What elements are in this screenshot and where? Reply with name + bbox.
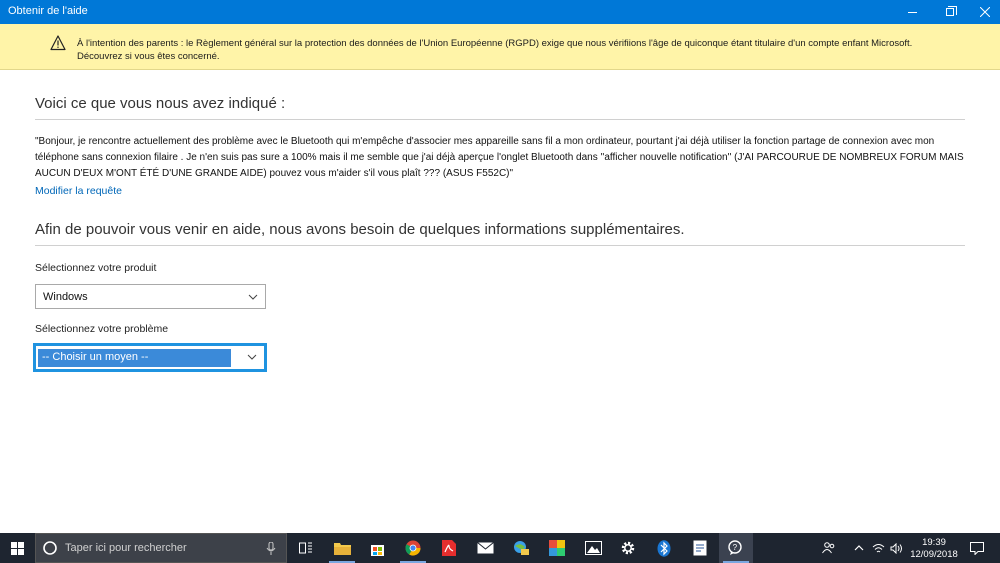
globe-app-icon [513, 541, 529, 555]
speaker-icon [890, 542, 902, 554]
color-palette-icon [549, 540, 565, 556]
color-app-button[interactable] [540, 533, 574, 563]
notification-icon [970, 541, 984, 555]
clock-time: 19:39 [922, 537, 946, 548]
file-explorer-button[interactable] [325, 533, 359, 563]
network-button[interactable] [868, 533, 888, 563]
divider [35, 245, 965, 246]
banner-text: À l'intention des parents : le Règlement… [77, 37, 912, 63]
svg-text:?: ? [732, 543, 737, 552]
title-bar: Obtenir de l'aide [0, 0, 1000, 24]
bluetooth-icon [657, 539, 671, 557]
task-view-icon [299, 542, 312, 554]
chrome-button[interactable] [396, 533, 430, 563]
summary-heading: Voici ce que vous nous avez indiqué : [35, 95, 286, 112]
image-icon [584, 541, 602, 555]
show-hidden-icons-button[interactable] [848, 533, 870, 563]
banner-line-1: À l'intention des parents : le Règlement… [77, 38, 913, 49]
settings-button[interactable] [611, 533, 645, 563]
window-title: Obtenir de l'aide [8, 5, 88, 17]
close-icon [979, 7, 990, 17]
start-button[interactable] [0, 533, 34, 563]
cortana-icon [43, 541, 57, 555]
store-button[interactable] [360, 533, 394, 563]
gdpr-banner: À l'intention des parents : le Règlement… [0, 24, 1000, 70]
people-button[interactable] [817, 533, 841, 563]
banner-link[interactable]: Découvrez si vous êtes concerné. [77, 50, 912, 63]
store-icon [370, 544, 384, 556]
bluetooth-button[interactable] [647, 533, 681, 563]
mail-button[interactable] [468, 533, 502, 563]
maximize-button[interactable] [932, 0, 967, 24]
product-label: Sélectionnez votre produit [35, 262, 157, 274]
microphone-icon [266, 542, 276, 555]
action-center-button[interactable] [962, 533, 992, 563]
gear-icon [621, 541, 635, 555]
document-button[interactable] [683, 533, 717, 563]
acrobat-button[interactable] [432, 533, 466, 563]
minimize-icon [908, 11, 917, 13]
chevron-up-icon [854, 545, 864, 551]
taskbar-search[interactable]: Taper ici pour rechercher [35, 533, 287, 563]
request-text: "Bonjour, je rencontre actuellement des … [35, 136, 964, 179]
photos-app-button[interactable] [504, 533, 538, 563]
problem-label: Sélectionnez votre problème [35, 323, 169, 335]
minimize-button[interactable] [895, 0, 930, 24]
restore-icon [945, 6, 957, 16]
get-help-button[interactable]: ? [719, 533, 753, 563]
warning-icon [50, 35, 66, 51]
chevron-down-icon [247, 354, 257, 360]
task-view-button[interactable] [289, 533, 323, 563]
mail-icon [476, 542, 494, 554]
clock[interactable]: 19:39 12/09/2018 [905, 537, 963, 561]
chevron-down-icon [248, 294, 258, 300]
photos-button[interactable] [576, 533, 610, 563]
product-select[interactable]: Windows [35, 284, 266, 309]
edit-request-link[interactable]: Modifier la requête [35, 185, 122, 197]
search-placeholder: Taper ici pour rechercher [65, 542, 187, 554]
folder-icon [333, 543, 351, 555]
divider [35, 119, 965, 120]
problem-value: -- Choisir un moyen -- [42, 351, 149, 363]
document-icon [693, 540, 707, 556]
product-value: Windows [43, 291, 88, 303]
taskbar: Taper ici pour rechercher ? 19:39 12/09/… [0, 533, 1000, 563]
volume-button[interactable] [886, 533, 906, 563]
clock-date: 12/09/2018 [910, 549, 958, 560]
chrome-icon [405, 540, 421, 556]
pdf-icon [442, 540, 456, 556]
help-chat-icon: ? [727, 540, 742, 555]
info-heading: Afin de pouvoir vous venir en aide, nous… [35, 221, 685, 238]
wifi-icon [872, 543, 884, 552]
people-icon [822, 542, 835, 554]
problem-select[interactable]: -- Choisir un moyen -- [33, 343, 267, 372]
windows-logo-icon [10, 541, 24, 555]
close-button[interactable] [967, 0, 1000, 24]
